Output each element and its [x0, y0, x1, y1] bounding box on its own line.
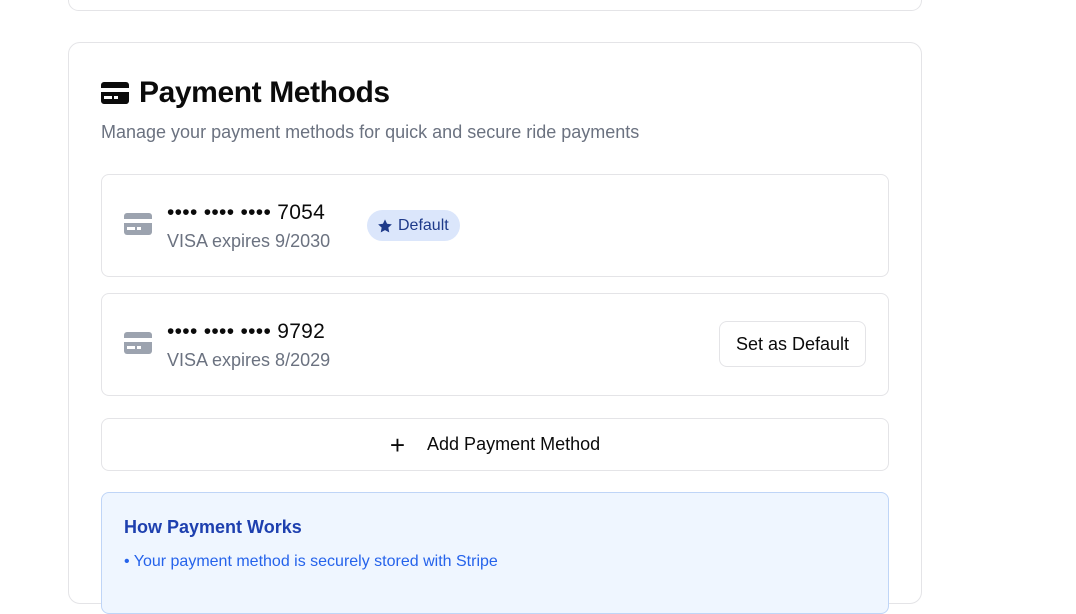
payment-methods-card: Payment Methods Manage your payment meth…	[68, 42, 922, 614]
set-as-default-button[interactable]: Set as Default	[718, 321, 866, 367]
add-payment-method-label: Add Payment Method	[427, 434, 601, 454]
info-line: • Your payment method is securely stored…	[124, 553, 498, 570]
default-badge: Default	[367, 210, 460, 241]
plus-icon: +	[389, 429, 406, 460]
card-details: VISA expires 9/2030	[167, 231, 331, 251]
payment-method-item[interactable]: •••• •••• •••• 7054 VISA expires 9/2030 …	[101, 174, 889, 277]
default-badge-label: Default	[398, 216, 449, 234]
card-number: •••• •••• •••• 9792	[167, 320, 326, 343]
title-row: Payment Methods	[101, 75, 639, 111]
payment-method-item[interactable]: •••• •••• •••• 9792 VISA expires 8/2029 …	[101, 293, 889, 396]
payment-method-text: •••• •••• •••• 9792 VISA expires 8/2029	[167, 319, 330, 372]
credit-card-icon	[124, 332, 152, 359]
page-subtitle: Manage your payment methods for quick an…	[101, 122, 640, 142]
page-title: Payment Methods	[139, 76, 390, 109]
card-details: VISA expires 8/2029	[167, 350, 331, 370]
credit-card-icon	[124, 213, 152, 240]
credit-card-icon	[101, 82, 129, 104]
card-number: •••• •••• •••• 7054	[167, 201, 326, 224]
star-icon	[378, 218, 392, 232]
add-payment-method-button[interactable]: + Add Payment Method	[101, 418, 889, 471]
payment-method-text: •••• •••• •••• 7054 VISA expires 9/2030	[167, 200, 330, 253]
payment-methods-header: Payment Methods Manage your payment meth…	[101, 75, 639, 144]
info-title: How Payment Works	[124, 517, 302, 537]
previous-section-card	[68, 0, 922, 11]
how-payment-works-box: How Payment Works • Your payment method …	[101, 492, 889, 614]
